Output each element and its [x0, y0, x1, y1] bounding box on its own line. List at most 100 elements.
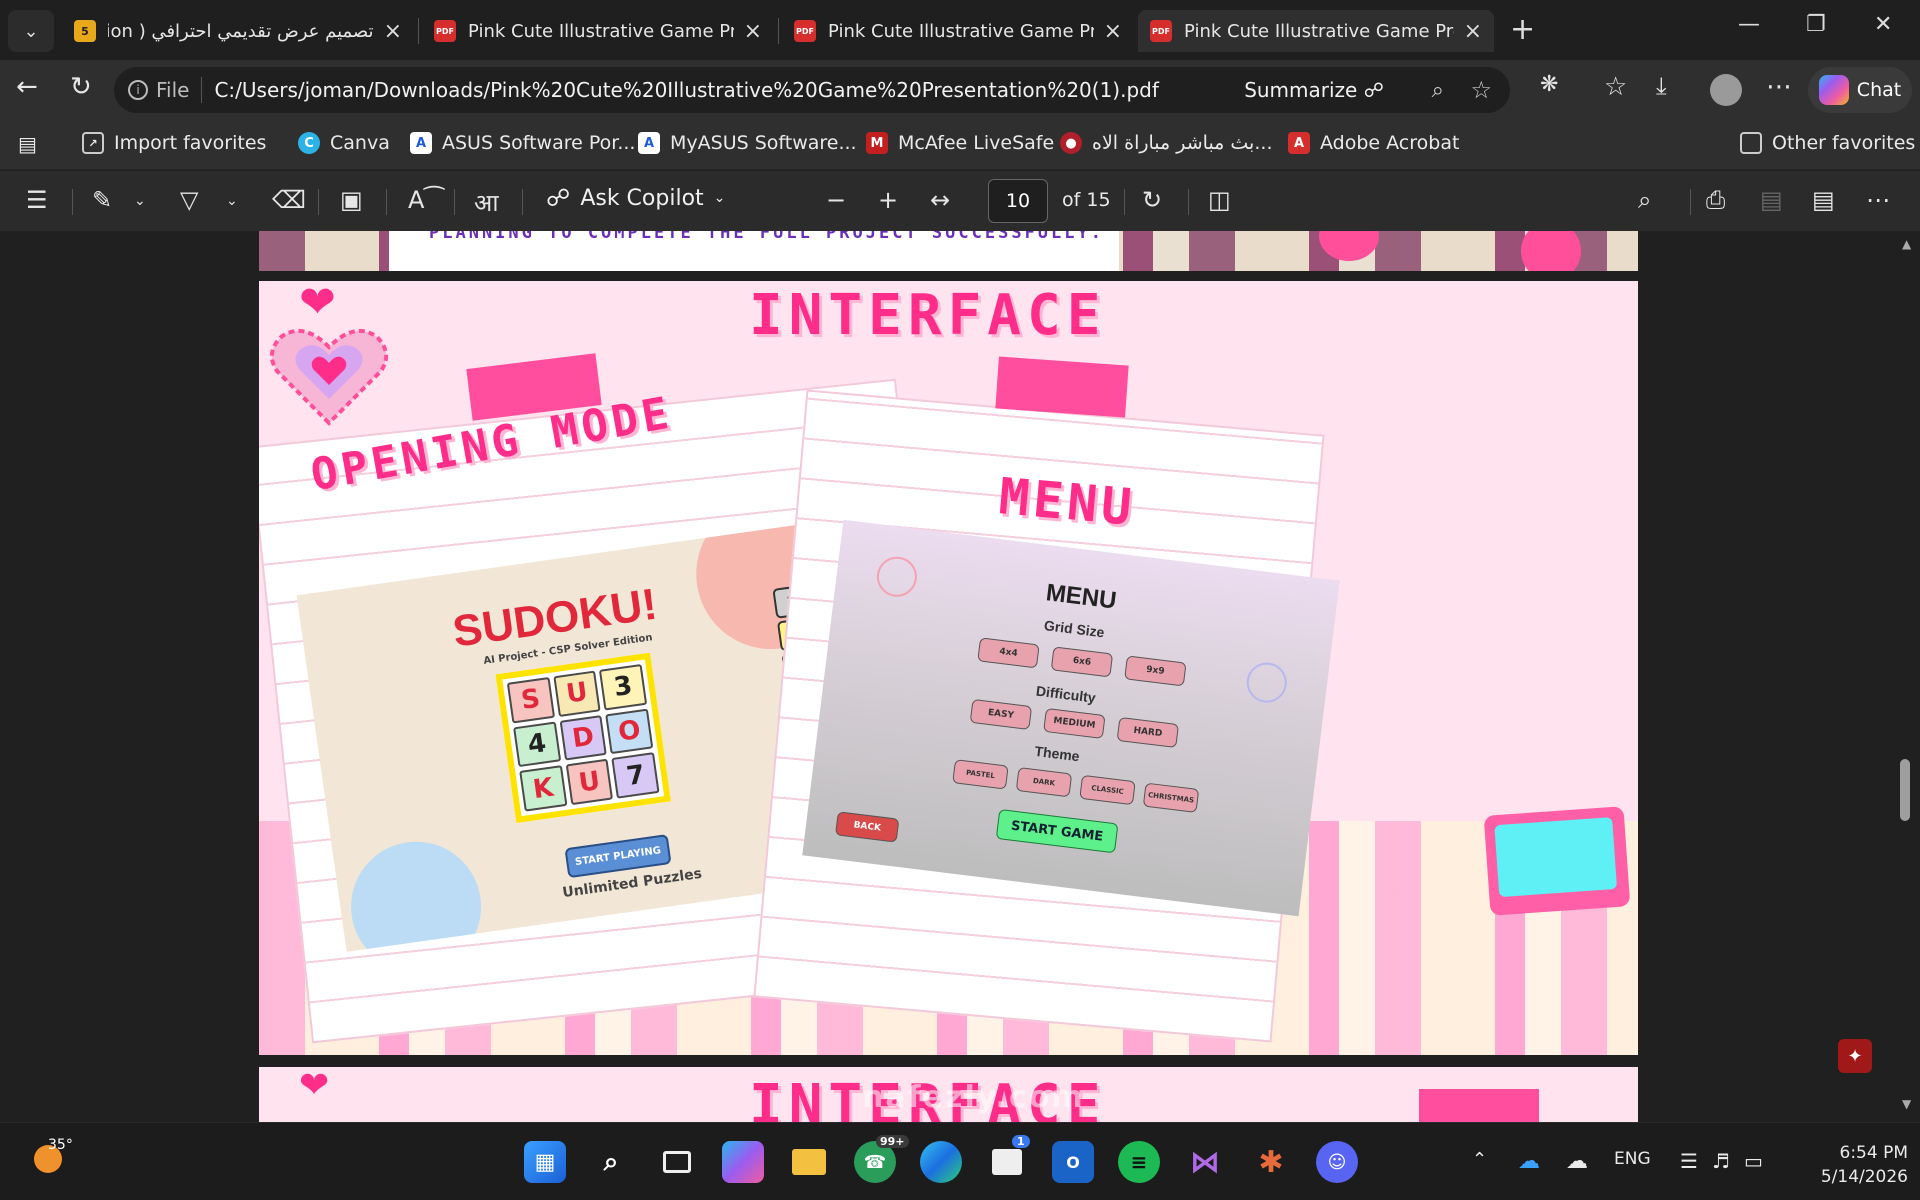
text-box-icon[interactable]: ▣: [340, 186, 363, 214]
back-button[interactable]: ←: [16, 72, 38, 102]
pdf-toolbar: ☰ ✎ ⌄ ▽ ⌄ ⌫ ▣ A⁀ आ ☍ Ask Copilot ⌄ − + ↔…: [0, 171, 1920, 231]
wifi-icon[interactable]: ☰: [1680, 1149, 1698, 1173]
discord-icon[interactable]: ☺: [1316, 1141, 1358, 1183]
fit-width-icon[interactable]: ↔: [930, 186, 950, 214]
favorite-canva[interactable]: C Canva: [298, 132, 390, 154]
scroll-down-icon[interactable]: ▼: [1902, 1097, 1911, 1111]
start-icon[interactable]: ▦: [524, 1141, 566, 1183]
clock[interactable]: 6:54 PM 5/14/2026: [1808, 1141, 1908, 1189]
save-icon[interactable]: ▤: [1760, 186, 1783, 214]
page-number-input[interactable]: 10: [988, 179, 1048, 223]
other-favorites[interactable]: Other favorites: [1740, 132, 1915, 154]
url-text[interactable]: C:/Users/joman/Downloads/Pink%20Cute%20I…: [214, 78, 1158, 102]
grid-cell: U: [565, 758, 614, 806]
grid-cell: U: [553, 670, 601, 717]
eraser-icon[interactable]: ⌫: [272, 186, 306, 214]
tab-2[interactable]: PDF Pink Cute Illustrative Game Presen ×: [782, 10, 1134, 52]
outlook-icon[interactable]: O: [1052, 1141, 1094, 1183]
summarize-button[interactable]: Summarize ☍: [1244, 78, 1384, 102]
print-icon[interactable]: ⎙: [1706, 186, 1725, 214]
restore-button[interactable]: ❐: [1806, 12, 1826, 37]
draw-icon[interactable]: ▽: [180, 186, 198, 214]
close-icon[interactable]: ×: [1464, 19, 1482, 44]
highlight-icon[interactable]: ✎: [92, 186, 112, 214]
favorites-icon[interactable]: ☆: [1604, 72, 1627, 102]
extensions-icon[interactable]: ❋: [1540, 72, 1558, 97]
scheme-label: File: [156, 78, 190, 102]
easy-option: EASY: [969, 698, 1033, 730]
address-bar[interactable]: i File C:/Users/joman/Downloads/Pink%20C…: [114, 67, 1510, 113]
other-favorites-label: Other favorites: [1772, 132, 1916, 154]
more-options-icon[interactable]: ⋯: [1866, 186, 1890, 214]
weather-widget[interactable]: 35°: [30, 1137, 73, 1177]
favorite-asus[interactable]: A ASUS Software Por...: [410, 132, 635, 154]
read-aloud-icon[interactable]: A⁀: [408, 186, 444, 214]
close-icon[interactable]: ×: [384, 19, 402, 44]
hard-option: HARD: [1116, 716, 1180, 749]
file-explorer-icon[interactable]: [788, 1141, 830, 1183]
cloud-error-icon[interactable]: ☁: [1566, 1149, 1588, 1174]
favorite-star-icon[interactable]: ☆: [1470, 76, 1492, 104]
language-indicator[interactable]: ENG: [1614, 1149, 1651, 1169]
chevron-down-icon[interactable]: ⌄: [226, 193, 238, 209]
search-icon[interactable]: ⌕: [590, 1141, 632, 1183]
spotify-icon[interactable]: ≡: [1118, 1141, 1160, 1183]
volume-icon[interactable]: ♬: [1712, 1149, 1730, 1173]
close-window-button[interactable]: ✕: [1874, 12, 1892, 37]
info-icon[interactable]: i: [128, 80, 148, 100]
chevron-down-icon[interactable]: ⌄: [134, 193, 146, 209]
rotate-icon[interactable]: ↻: [1142, 186, 1162, 214]
contents-icon[interactable]: ☰: [26, 186, 48, 214]
translate-icon[interactable]: आ: [474, 186, 499, 219]
adobe-acrobat-icon[interactable]: ✦: [1838, 1039, 1872, 1073]
onedrive-icon[interactable]: ☁: [1518, 1149, 1540, 1174]
refresh-button[interactable]: ↻: [70, 72, 92, 102]
downloads-icon[interactable]: ⤓: [1656, 72, 1667, 100]
reading-list-icon[interactable]: ▤: [18, 132, 37, 156]
more-options-icon[interactable]: ⋯: [1766, 72, 1792, 102]
chevron-down-icon: ⌄: [23, 20, 39, 42]
whatsapp-icon[interactable]: ☎ 99+: [854, 1135, 909, 1183]
close-icon[interactable]: ×: [1104, 19, 1122, 44]
scroll-up-icon[interactable]: ▲: [1902, 237, 1911, 251]
favorite-mcafee[interactable]: M McAfee LiveSafe: [866, 132, 1054, 154]
visual-studio-icon[interactable]: ⋈: [1184, 1141, 1226, 1183]
search-icon[interactable]: ⌕: [1638, 186, 1651, 214]
grid-9x9-option: 9x9: [1124, 655, 1187, 687]
zoom-icon[interactable]: ⌕: [1432, 78, 1444, 103]
divider: [1188, 189, 1189, 215]
save-as-icon[interactable]: ▤: [1812, 186, 1835, 214]
tab-0[interactable]: 5 تصميم عرض تقديمي احترافي ( ation ×: [62, 10, 414, 52]
favorite-myasus[interactable]: A MyASUS Software...: [638, 132, 857, 154]
store-icon[interactable]: 1: [986, 1135, 1030, 1183]
navigation-bar: ← ↻ i File C:/Users/joman/Downloads/Pink…: [0, 60, 1920, 120]
scrollbar-thumb[interactable]: [1900, 759, 1910, 821]
tab-1[interactable]: PDF Pink Cute Illustrative Game Presen ×: [422, 10, 774, 52]
zoom-out-icon[interactable]: −: [826, 186, 846, 214]
favorite-import[interactable]: ↗ Import favorites: [82, 132, 266, 154]
close-icon[interactable]: ×: [744, 19, 762, 44]
menu-card-title: MENU: [996, 467, 1138, 537]
copilot-icon[interactable]: [722, 1141, 764, 1183]
edge-icon[interactable]: [920, 1141, 962, 1183]
battery-icon[interactable]: ▭: [1744, 1149, 1763, 1173]
zoom-in-icon[interactable]: +: [878, 186, 898, 214]
tab-favicon-icon: 5: [74, 20, 96, 42]
chevron-up-icon[interactable]: ⌃: [1472, 1149, 1487, 1170]
favorite-match-stream[interactable]: ● بث مباشر مباراة الاه...: [1060, 132, 1272, 154]
favorite-adobe[interactable]: A Adobe Acrobat: [1288, 132, 1459, 154]
copilot-chat-button[interactable]: Chat: [1808, 67, 1912, 113]
new-tab-button[interactable]: +: [1510, 12, 1535, 47]
task-view-icon[interactable]: [656, 1141, 698, 1183]
ask-copilot-button[interactable]: ☍ Ask Copilot ⌄: [546, 184, 725, 212]
page-view-icon[interactable]: ◫: [1208, 186, 1231, 214]
tab-actions-button[interactable]: ⌄: [8, 10, 54, 52]
minimize-button[interactable]: —: [1738, 12, 1760, 37]
divider: [386, 189, 387, 215]
document-viewport[interactable]: PLANNING TO COMPLETE THE FULL PROJECT SU…: [0, 231, 1920, 1122]
profile-avatar[interactable]: [1710, 74, 1742, 106]
divider: [72, 189, 73, 215]
tab-3-active[interactable]: PDF Pink Cute Illustrative Game Presen ×: [1138, 10, 1494, 52]
claude-icon[interactable]: ✱: [1250, 1141, 1292, 1183]
vertical-scrollbar[interactable]: ▲ ▼: [1896, 231, 1920, 1122]
